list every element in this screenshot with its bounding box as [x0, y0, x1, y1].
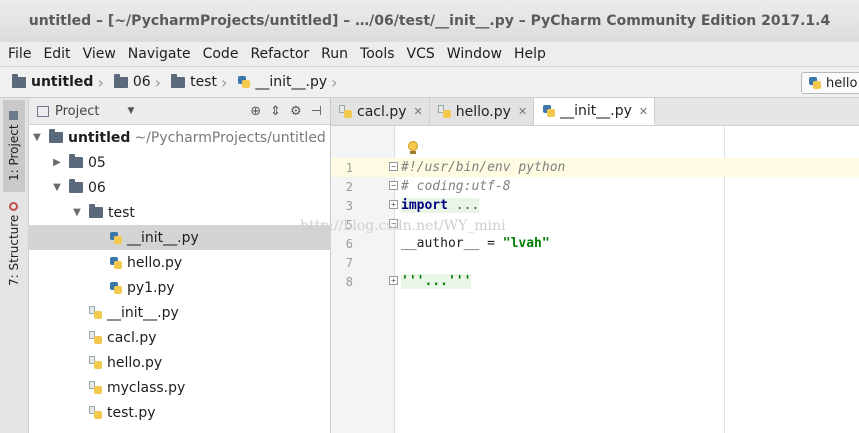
menu-edit[interactable]: Edit [43, 46, 70, 62]
window-titlebar: untitled – [~/PycharmProjects/untitled] … [0, 0, 859, 42]
folder-icon [12, 73, 26, 88]
tree-node-untitled[interactable]: ▼ untitled ~/PycharmProjects/untitled [29, 125, 331, 150]
editor-tab-init-py[interactable]: __init__.py ✕ [534, 98, 656, 125]
fold-marker-icon[interactable]: − [389, 181, 398, 190]
python-file-icon [89, 330, 103, 345]
code-line-3[interactable]: 3 + import ... [331, 196, 859, 215]
chevron-right-icon: › [154, 72, 162, 92]
locate-file-icon[interactable]: ⊕ [250, 104, 261, 119]
menu-navigate[interactable]: Navigate [128, 46, 191, 62]
lightbulb-icon[interactable] [408, 141, 418, 155]
python-file-icon [109, 231, 123, 245]
python-file-icon [437, 104, 452, 119]
code-line-2[interactable]: 2 − # coding:utf-8 [331, 177, 859, 196]
tree-node-test-py1-py[interactable]: py1.py [29, 275, 331, 300]
collapse-arrow-icon[interactable]: ▶ [51, 157, 63, 168]
chevron-right-icon: › [331, 72, 338, 92]
menu-bar: File Edit View Navigate Code Refactor Ru… [0, 42, 859, 66]
tree-node-06[interactable]: ▼ 06 [29, 175, 331, 200]
tree-node-test[interactable]: ▼ test [29, 200, 331, 225]
python-file-icon [237, 75, 251, 89]
project-icon [9, 111, 19, 121]
left-tool-strip: 1: Project 7: Structure [0, 98, 29, 433]
menu-window[interactable]: Window [447, 46, 502, 62]
code-line-6[interactable]: 6 __author__ = "lvah" [331, 234, 859, 253]
gear-icon[interactable]: ⚙ [290, 104, 302, 119]
menu-vcs[interactable]: VCS [407, 46, 435, 62]
folder-icon [89, 204, 103, 218]
close-tab-icon[interactable]: ✕ [414, 105, 423, 118]
tool-tab-project[interactable]: 1: Project [3, 100, 25, 192]
breadcrumb-06[interactable]: 06 › [113, 72, 167, 92]
expand-arrow-icon[interactable]: ▼ [31, 132, 43, 143]
python-file-icon [109, 281, 123, 295]
breadcrumb-test[interactable]: test › [171, 73, 233, 92]
chevron-right-icon: › [97, 72, 104, 92]
code-line-8[interactable]: 8 + '''...''' [331, 272, 859, 291]
tree-node-hello-py[interactable]: hello.py [29, 350, 331, 375]
code-editor[interactable]: 1 − #!/usr/bin/env python 2 − # coding:u… [331, 126, 859, 433]
hide-panel-icon[interactable]: ⊣ [311, 104, 322, 119]
collapse-all-icon[interactable]: ⇕ [270, 104, 281, 119]
menu-help[interactable]: Help [514, 46, 546, 62]
navigation-bar: untitled › 06 › test › __init__.py › hel… [0, 66, 859, 98]
python-file-icon [89, 355, 103, 370]
tree-node-06-init-py[interactable]: __init__.py [29, 300, 331, 325]
folder-icon [69, 154, 83, 168]
folder-icon [113, 73, 128, 88]
project-panel: Project ▼ ⊕ ⇕ ⚙ ⊣ ▼ untitled ~/PycharmPr… [29, 98, 331, 433]
fold-expand-icon[interactable]: + [389, 276, 398, 285]
chevron-right-icon: › [220, 72, 228, 92]
tree-node-05[interactable]: ▶ 05 [29, 150, 331, 175]
python-file-icon [89, 405, 103, 420]
python-file-icon [339, 104, 353, 119]
fold-expand-icon[interactable]: + [389, 200, 398, 209]
menu-view[interactable]: View [83, 46, 116, 62]
editor-tab-cacl-py[interactable]: cacl.py ✕ [331, 98, 430, 125]
project-view-icon [37, 105, 49, 117]
fold-marker-icon[interactable]: − [389, 162, 398, 171]
tree-node-test-hello-py[interactable]: hello.py [29, 250, 331, 275]
structure-icon [9, 201, 19, 211]
menu-file[interactable]: File [8, 46, 31, 62]
watermark: http://blog.csdn.net/WY_mini [300, 218, 506, 234]
breadcrumb-untitled[interactable]: untitled › [12, 73, 110, 92]
editor-tab-hello-py[interactable]: hello.py ✕ [429, 98, 535, 125]
run-configuration-selector[interactable]: hello [801, 72, 859, 94]
tree-node-cacl-py[interactable]: cacl.py [29, 325, 331, 350]
menu-refactor[interactable]: Refactor [250, 46, 309, 62]
python-file-icon [89, 305, 103, 320]
menu-code[interactable]: Code [203, 46, 239, 62]
close-tab-icon[interactable]: ✕ [518, 105, 527, 118]
python-file-icon [542, 104, 556, 118]
expand-arrow-icon[interactable]: ▼ [71, 207, 83, 218]
tool-tab-structure[interactable]: 7: Structure [3, 196, 25, 292]
window-title: untitled – [~/PycharmProjects/untitled] … [28, 13, 831, 29]
expand-arrow-icon[interactable]: ▼ [51, 182, 63, 193]
editor-tab-bar: cacl.py ✕ hello.py ✕ __init__.py ✕ [331, 98, 859, 126]
caret-down-icon[interactable]: ▼ [127, 106, 134, 116]
python-file-icon [808, 76, 822, 90]
menu-run[interactable]: Run [321, 46, 348, 62]
folder-icon [69, 179, 83, 193]
python-file-icon [89, 380, 103, 395]
project-panel-header: Project ▼ ⊕ ⇕ ⚙ ⊣ [29, 98, 330, 125]
code-line-1[interactable]: 1 − #!/usr/bin/env python [331, 158, 859, 177]
python-file-icon [109, 256, 123, 270]
folder-icon [49, 129, 63, 143]
menu-tools[interactable]: Tools [360, 46, 395, 62]
breadcrumb-init-py[interactable]: __init__.py › [237, 73, 343, 92]
code-line-7[interactable]: 7 [331, 253, 859, 272]
tree-node-test-init-py[interactable]: __init__.py [29, 225, 331, 250]
project-view-selector[interactable]: Project [55, 104, 99, 119]
folder-icon [171, 73, 186, 88]
tree-node-myclass-py[interactable]: myclass.py [29, 375, 331, 400]
tree-node-test-py[interactable]: test.py [29, 400, 331, 425]
close-tab-icon[interactable]: ✕ [639, 105, 648, 118]
